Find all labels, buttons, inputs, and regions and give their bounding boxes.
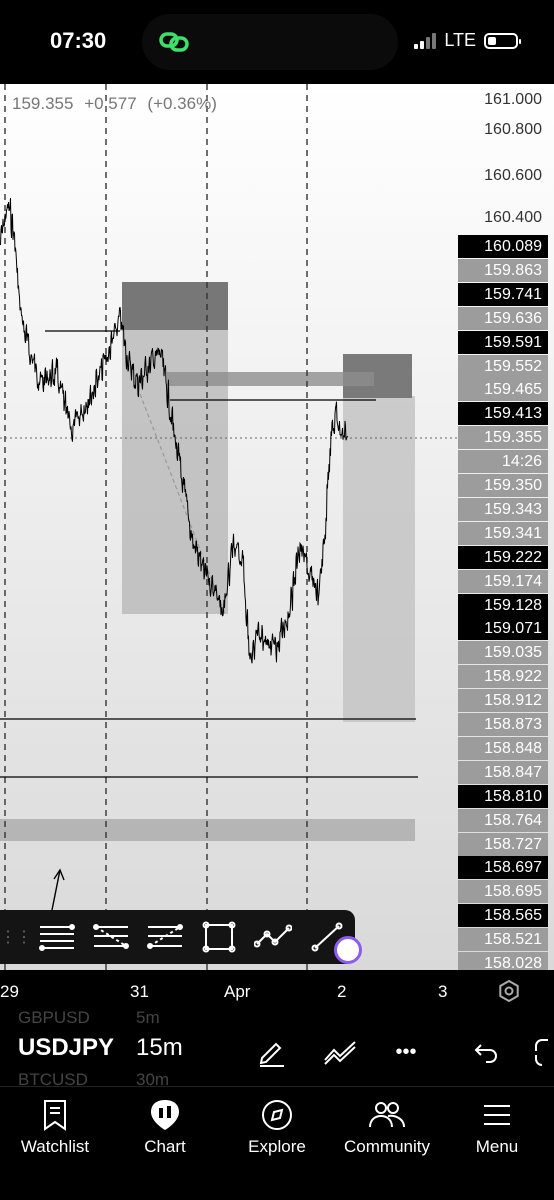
interval-selector[interactable]: 15m bbox=[136, 1034, 183, 1062]
price-scale-label: 159.863 bbox=[458, 258, 548, 282]
range-box bbox=[122, 282, 228, 614]
price-scale-label: 14:26 bbox=[458, 450, 548, 474]
indicators-icon[interactable] bbox=[320, 1034, 360, 1070]
path-icon[interactable] bbox=[246, 910, 300, 964]
price-scale-label: 160.089 bbox=[458, 235, 548, 258]
signal-icon bbox=[414, 32, 437, 49]
compass-icon bbox=[262, 1100, 292, 1130]
time-label-2: 2 bbox=[337, 982, 347, 1001]
more-options-icon[interactable]: ••• bbox=[386, 1034, 426, 1070]
price-scale-label: 160.400 bbox=[484, 209, 542, 226]
time-label-apr: Apr bbox=[224, 982, 251, 1001]
rectangle-icon[interactable] bbox=[192, 910, 246, 964]
time-label-31: 31 bbox=[130, 982, 149, 1001]
price-scale-label: 158.028 bbox=[458, 952, 548, 970]
price-scale-label: 158.810 bbox=[458, 784, 548, 808]
price-scale-label: 159.355 bbox=[458, 426, 548, 450]
price-header: 159.355 +0.577 (+0.36%) bbox=[12, 94, 223, 114]
price-scale-label: 158.565 bbox=[458, 904, 548, 928]
nav-chart[interactable]: Chart bbox=[110, 1095, 220, 1157]
price-scale-label: 159.552 bbox=[458, 354, 548, 378]
price-scale-label: 159.741 bbox=[458, 282, 548, 306]
menu-icon bbox=[484, 1105, 510, 1125]
nav-menu[interactable]: Menu bbox=[442, 1095, 552, 1157]
link-icon bbox=[159, 32, 189, 52]
nav-watchlist[interactable]: Watchlist bbox=[0, 1095, 110, 1157]
fullscreen-icon[interactable] bbox=[526, 1034, 554, 1070]
last-price: 159.355 bbox=[12, 94, 74, 113]
price-scale-label: 159.465 bbox=[458, 378, 548, 402]
nav-label: Explore bbox=[248, 1137, 306, 1156]
supply-zone bbox=[122, 282, 228, 330]
price-scale-label: 158.847 bbox=[458, 760, 548, 784]
fib-retracement-icon[interactable] bbox=[84, 910, 138, 964]
nav-label: Watchlist bbox=[20, 1137, 90, 1156]
symbol-bar: GBPUSD 5m USDJPY 15m BTCUSD 30m ••• bbox=[0, 1008, 554, 1089]
bottom-nav: Watchlist Chart Explore Community Menu bbox=[0, 1086, 554, 1200]
nav-label: Menu bbox=[475, 1137, 519, 1156]
battery-icon bbox=[484, 32, 521, 49]
time-label-3: 3 bbox=[438, 982, 448, 1001]
price-scale-label: 159.343 bbox=[458, 497, 548, 521]
price-scale-label: 160.800 bbox=[484, 121, 542, 138]
parallel-channel-icon[interactable] bbox=[138, 910, 192, 964]
interval-option-above[interactable]: 5m bbox=[136, 1008, 160, 1028]
price-scale-label: 158.727 bbox=[458, 832, 548, 856]
network-type: LTE bbox=[444, 30, 476, 50]
price-scale-label: 159.071 bbox=[458, 617, 548, 641]
undo-icon[interactable] bbox=[466, 1034, 506, 1070]
drag-handle-icon[interactable]: ⋮⋮ bbox=[0, 927, 32, 947]
price-scale-label: 159.128 bbox=[458, 593, 548, 617]
price-change-pct: (+0.36%) bbox=[147, 94, 217, 113]
time-label-29: 29 bbox=[0, 982, 19, 1001]
clock: 07:30 bbox=[50, 28, 107, 53]
status-indicators: LTE bbox=[414, 30, 521, 51]
bookmark-icon bbox=[44, 1100, 66, 1131]
chart-area[interactable]: 159.355 +0.577 (+0.36%) 161.000 160.800 16… bbox=[0, 84, 554, 970]
price-scale-label: 158.521 bbox=[458, 928, 548, 952]
projection-box bbox=[343, 396, 415, 722]
price-scale-label: 158.764 bbox=[458, 808, 548, 832]
chart-icon bbox=[151, 1100, 179, 1130]
price-scale-label: 159.341 bbox=[458, 521, 548, 545]
price-scale-label: 159.174 bbox=[458, 569, 548, 593]
price-scale-label: 158.922 bbox=[458, 665, 548, 689]
nav-community[interactable]: Community bbox=[332, 1095, 442, 1157]
price-scale-label: 161.000 bbox=[484, 91, 542, 108]
pen-icon[interactable] bbox=[252, 1034, 292, 1070]
price-change: +0.577 bbox=[84, 94, 137, 113]
horizontal-lines-icon[interactable] bbox=[30, 910, 84, 964]
price-scale-label: 159.413 bbox=[458, 402, 548, 426]
price-scale-label: 159.035 bbox=[458, 641, 548, 665]
price-scale-label: 160.600 bbox=[484, 167, 542, 184]
price-scale-label: 159.591 bbox=[458, 330, 548, 354]
symbol-selector[interactable]: USDJPY bbox=[18, 1034, 114, 1062]
people-icon bbox=[369, 1102, 405, 1128]
price-scale-label: 158.697 bbox=[458, 856, 548, 880]
price-scale-label: 158.912 bbox=[458, 689, 548, 713]
price-scale-label: 158.873 bbox=[458, 713, 548, 736]
drawing-toolbar: ⋮⋮ bbox=[0, 910, 355, 964]
price-scale-label: 159.222 bbox=[458, 545, 548, 569]
order-block bbox=[167, 372, 374, 386]
time-axis[interactable]: 29 31 Apr 2 3 bbox=[0, 970, 554, 1010]
magnet-badge-icon[interactable] bbox=[334, 936, 362, 964]
price-scale-label: 159.636 bbox=[458, 306, 548, 330]
nav-explore[interactable]: Explore bbox=[222, 1095, 332, 1157]
symbol-option-above[interactable]: GBPUSD bbox=[18, 1008, 90, 1028]
status-bar: 07:30 LTE bbox=[0, 0, 554, 84]
price-scale-label: 159.350 bbox=[458, 474, 548, 497]
nav-label: Chart bbox=[144, 1137, 186, 1156]
price-scale-label: 158.695 bbox=[458, 880, 548, 904]
chart-settings-icon[interactable] bbox=[498, 980, 520, 1002]
price-scale-label: 158.848 bbox=[458, 736, 548, 760]
nav-label: Community bbox=[344, 1137, 430, 1156]
